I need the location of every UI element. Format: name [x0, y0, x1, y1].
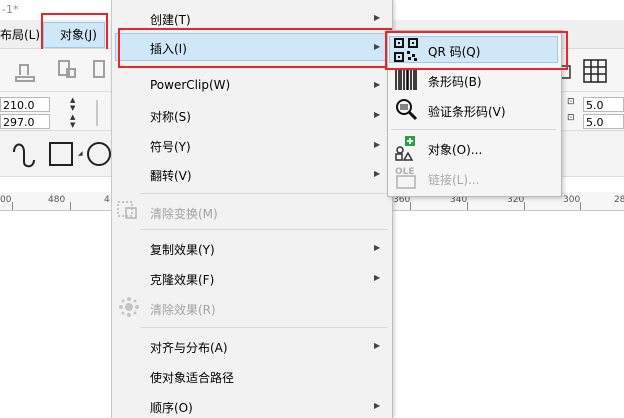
menu-item-clear-effect[interactable]: 清除效果(R): [150, 301, 216, 318]
menu-separator: [140, 327, 388, 328]
menu-item-clear-transform[interactable]: 清除变换(M): [150, 205, 218, 222]
ruler-tick: [70, 202, 71, 210]
menu-item-symmetry[interactable]: 对称(S): [150, 108, 191, 125]
submenu-arrow-icon: ▶: [374, 110, 381, 119]
menu-layout[interactable]: 布局(L): [0, 26, 40, 43]
ruler-label: 00: [0, 195, 12, 205]
ruler-tick: [12, 202, 13, 210]
menu-item-order[interactable]: 顺序(O): [150, 399, 193, 416]
barcode-icon: [395, 70, 417, 90]
menu-separator: [140, 193, 388, 194]
submenu-item-link[interactable]: 链接(L)...: [428, 171, 480, 188]
submenu-item-object[interactable]: 对象(O)...: [428, 141, 482, 158]
ellipse-tool-icon[interactable]: [86, 140, 112, 168]
nudge-y-icon: ⊡: [567, 113, 575, 123]
menu-item-powerclip[interactable]: PowerClip(W): [150, 78, 230, 92]
menu-item-copy-effect[interactable]: 复制效果(Y): [150, 241, 215, 258]
freehand-tool-icon[interactable]: [10, 138, 40, 170]
width-spinner-icon[interactable]: ▲ ▼: [70, 96, 75, 112]
submenu-arrow-icon: ▶: [374, 273, 381, 282]
submenu-arrow-icon: ▶: [374, 80, 381, 89]
menu-item-create[interactable]: 创建(T): [150, 11, 191, 28]
window-title: -1*: [2, 3, 19, 16]
ruler-tick: [467, 202, 468, 210]
nudge-x-icon: ⊡: [567, 97, 575, 107]
menu-item-symbol[interactable]: 符号(Y): [150, 138, 191, 155]
page-height-field[interactable]: 297.0 mm: [0, 114, 50, 144]
annotation-box-object-menu: [41, 13, 108, 54]
lock-ratio-icon[interactable]: [90, 98, 104, 128]
insert-object-icon: [395, 136, 415, 161]
submenu-item-barcode[interactable]: 条形码(B): [428, 73, 482, 90]
submenu-arrow-icon: ▶: [374, 140, 381, 149]
submenu-item-validate-barcode[interactable]: 验证条形码(V): [428, 103, 506, 120]
menu-item-clone-effect[interactable]: 克隆效果(F): [150, 271, 214, 288]
ruler-label: 4: [104, 195, 110, 205]
ole-link-icon: OLE: [395, 167, 416, 189]
ruler-tick: [580, 202, 581, 210]
submenu-arrow-icon: ▶: [374, 243, 381, 252]
menu-item-flip[interactable]: 翻转(V): [150, 167, 192, 184]
flyout-triangle-icon[interactable]: ◢: [78, 150, 83, 157]
rectangle-tool-icon[interactable]: [47, 140, 75, 168]
ruler-tick: [524, 202, 525, 210]
page-width-field[interactable]: 210.0 mm: [0, 97, 50, 127]
validate-barcode-icon: [396, 99, 418, 121]
height-spinner-icon[interactable]: ▲ ▼: [70, 113, 75, 129]
ruler-label: 28: [614, 195, 624, 205]
submenu-arrow-icon: ▶: [374, 13, 381, 22]
ruler-label: 300: [563, 195, 581, 205]
clear-effect-icon: [119, 297, 139, 317]
ruler-label: 480: [48, 195, 66, 205]
annotation-box-qr-code: [385, 31, 568, 70]
export-icon[interactable]: [10, 57, 40, 83]
duplicate-distance-x-field[interactable]: 5.0 mm: [583, 97, 624, 127]
document-icon[interactable]: [55, 57, 81, 83]
menu-item-fit-to-path[interactable]: 使对象适合路径: [150, 369, 234, 386]
grid-icon[interactable]: [582, 58, 608, 84]
submenu-arrow-icon: ▶: [374, 169, 381, 178]
menu-item-align-distribute[interactable]: 对齐与分布(A): [150, 339, 228, 356]
ruler-tick: [410, 202, 411, 210]
submenu-arrow-icon: ▶: [374, 341, 381, 350]
submenu-arrow-icon: ▶: [374, 401, 381, 410]
menu-separator: [140, 229, 388, 230]
annotation-box-insert: [118, 28, 392, 68]
document2-icon[interactable]: [90, 57, 108, 83]
duplicate-distance-y-field[interactable]: 5.0 mm: [583, 114, 624, 144]
clear-transform-icon: [117, 201, 137, 219]
submenu-separator: [391, 129, 556, 130]
